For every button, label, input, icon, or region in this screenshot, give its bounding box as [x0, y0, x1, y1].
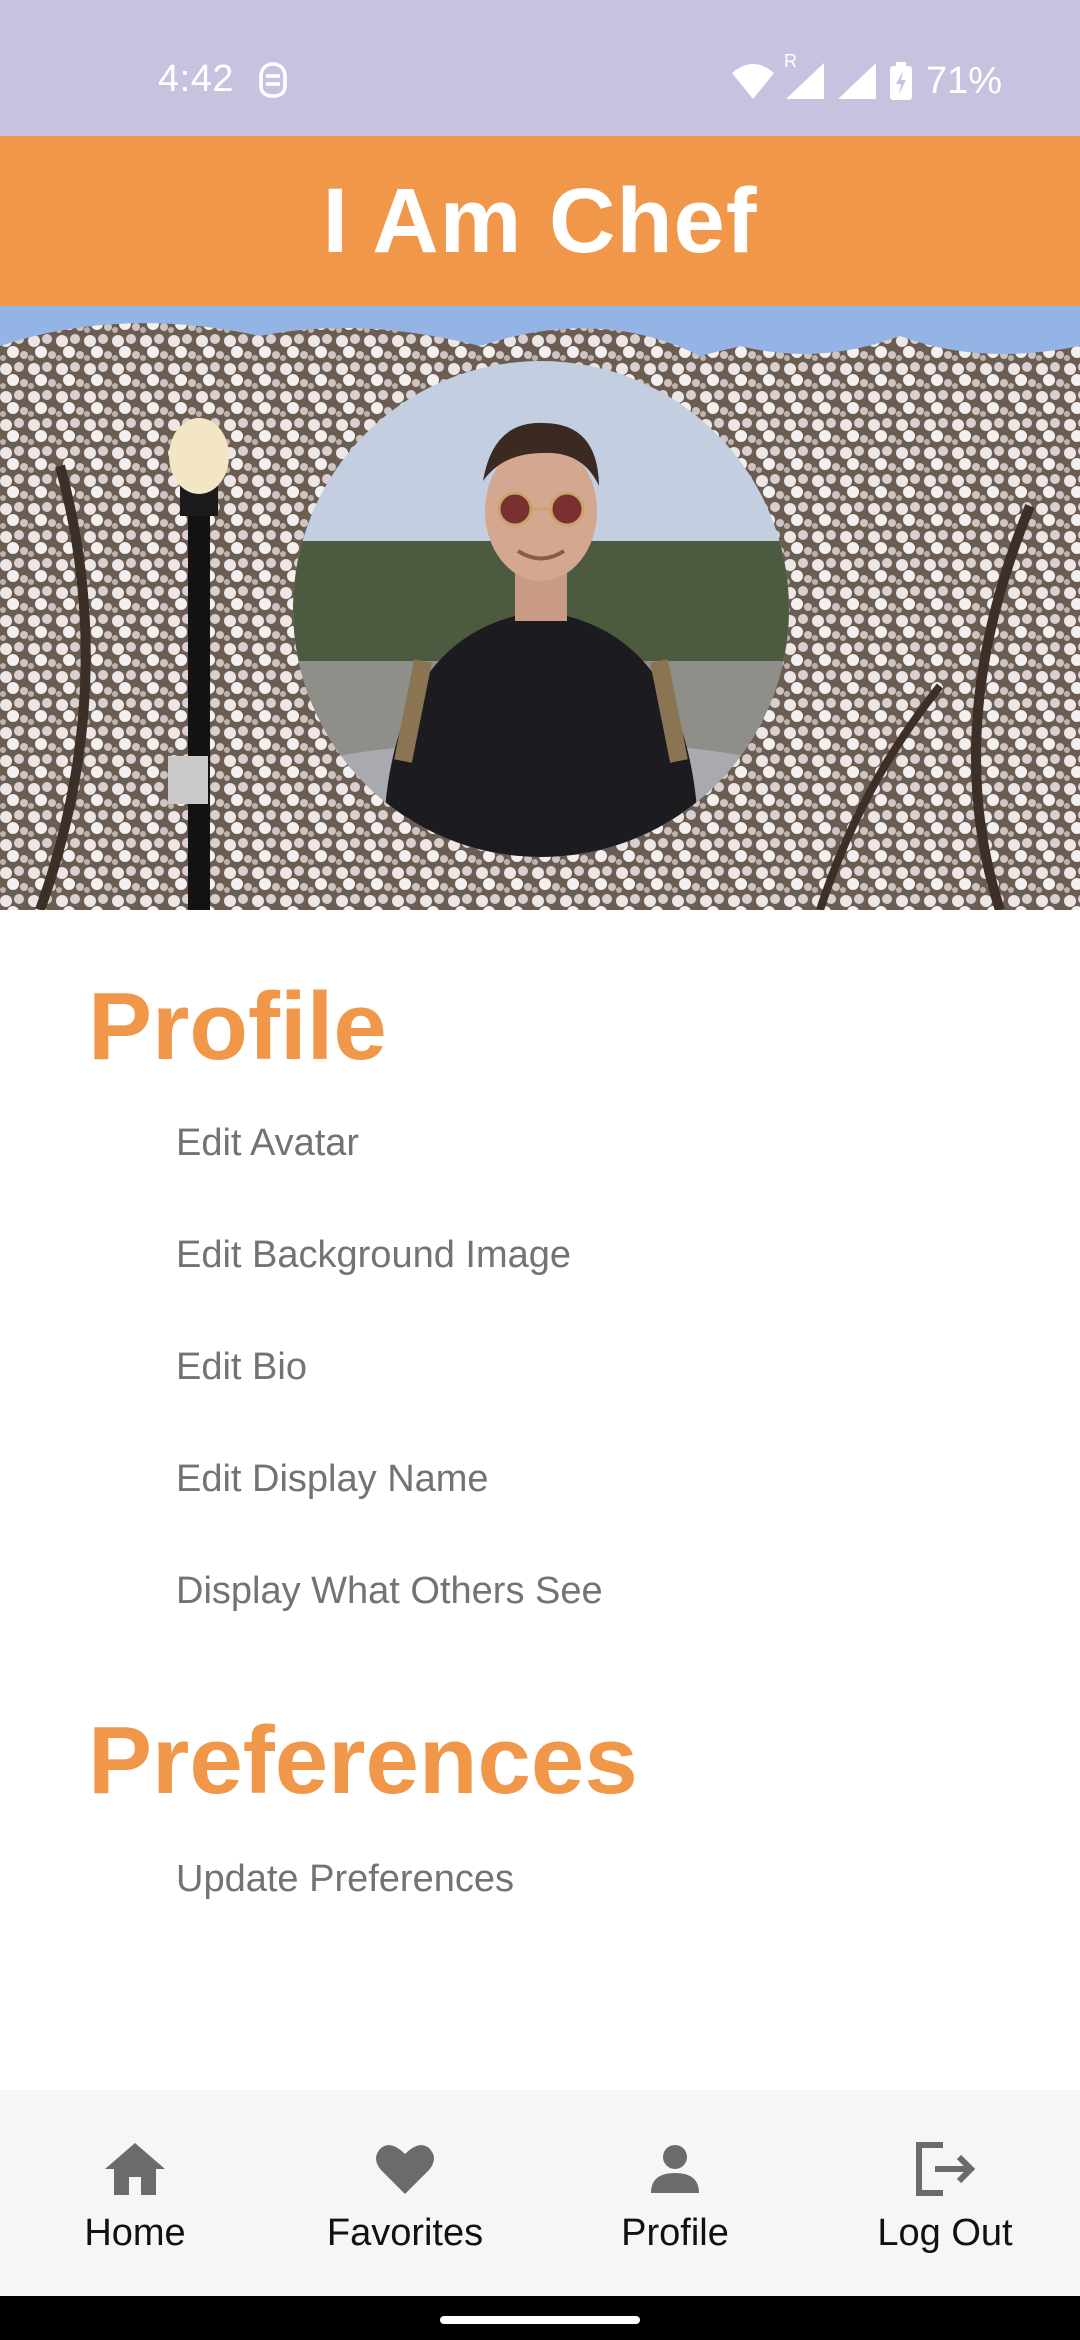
section-title-preferences: Preferences — [88, 1707, 638, 1814]
edit-display-name-item[interactable]: Edit Display Name — [176, 1458, 489, 1501]
sync-icon — [259, 62, 287, 98]
bottom-navigation: Home Favorites Profile Log Out — [0, 2090, 1080, 2296]
update-preferences-item[interactable]: Update Preferences — [176, 1858, 514, 1901]
nav-profile-label: Profile — [621, 2212, 729, 2254]
profile-hero — [0, 306, 1080, 910]
battery-icon — [889, 62, 912, 100]
status-bar: 4:42 R 71% — [0, 0, 1080, 136]
nav-home-label: Home — [84, 2212, 186, 2254]
nav-logout[interactable]: Log Out — [810, 2090, 1080, 2296]
nav-home[interactable]: Home — [0, 2090, 270, 2296]
logout-icon — [916, 2142, 976, 2196]
edit-bio-item[interactable]: Edit Bio — [176, 1346, 307, 1389]
avatar[interactable] — [293, 361, 789, 857]
signal-icon: R — [784, 51, 828, 101]
section-title-profile: Profile — [88, 973, 387, 1080]
edit-background-image-item[interactable]: Edit Background Image — [176, 1234, 571, 1277]
app-header: I Am Chef — [0, 136, 1080, 306]
edit-avatar-item[interactable]: Edit Avatar — [176, 1122, 359, 1165]
avatar-image — [293, 361, 789, 857]
gesture-bar — [0, 2296, 1080, 2340]
wifi-icon — [731, 64, 774, 99]
nav-favorites-label: Favorites — [326, 2212, 484, 2254]
app-title: I Am Chef — [322, 169, 758, 272]
display-what-others-see-item[interactable]: Display What Others See — [176, 1570, 603, 1613]
status-time: 4:42 — [158, 58, 234, 100]
roaming-label: R — [783, 51, 797, 71]
battery-percent: 71% — [925, 59, 1002, 102]
home-icon — [105, 2143, 165, 2195]
signal-icon-2 — [837, 63, 876, 99]
person-icon — [651, 2145, 699, 2193]
home-gesture-handle[interactable] — [440, 2316, 640, 2324]
status-indicators: R 71% — [730, 51, 1002, 106]
nav-profile[interactable]: Profile — [540, 2090, 810, 2296]
nav-favorites[interactable]: Favorites — [270, 2090, 540, 2296]
nav-logout-label: Log Out — [877, 2212, 1013, 2254]
heart-icon — [376, 2145, 434, 2194]
